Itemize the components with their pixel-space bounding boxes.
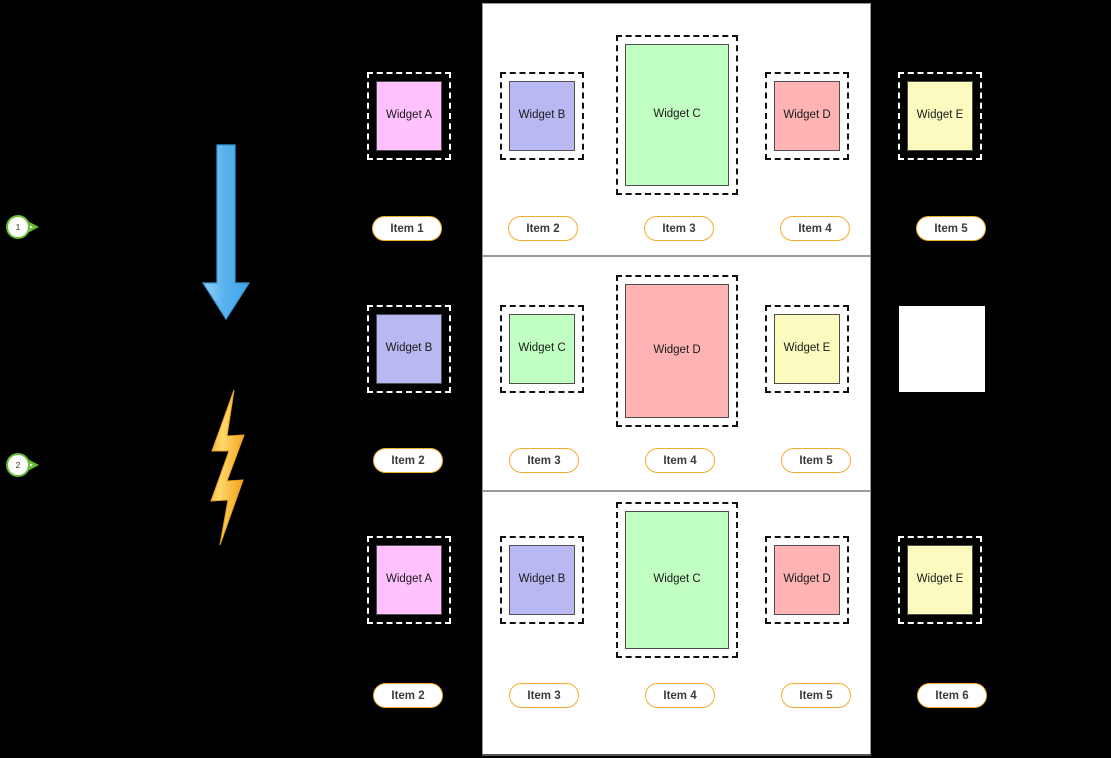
widget-box[interactable]: Widget B — [509, 81, 575, 151]
panel-edge-bottom — [482, 754, 871, 756]
widget-label: Widget E — [916, 573, 964, 586]
item-pill-label: Item 3 — [662, 222, 696, 235]
widget-box[interactable]: Widget B — [509, 545, 575, 615]
item-pill-label: Item 5 — [799, 454, 833, 467]
item-pill[interactable]: Item 5 — [781, 683, 851, 708]
widget-label: Widget A — [385, 109, 433, 122]
item-pill[interactable]: Item 6 — [917, 683, 987, 708]
widget-box[interactable]: Widget A — [376, 545, 442, 615]
widget-box[interactable]: Widget E — [907, 545, 973, 615]
item-pill[interactable]: Item 5 — [781, 448, 851, 473]
widget-label: Widget D — [653, 344, 701, 357]
item-pill[interactable]: Item 2 — [373, 683, 443, 708]
down-arrow-icon — [200, 143, 252, 328]
item-pill[interactable]: Item 1 — [372, 216, 442, 241]
widget-label: Widget B — [518, 573, 566, 586]
widget-label: Widget D — [783, 109, 831, 122]
item-pill-label: Item 5 — [934, 222, 968, 235]
item-pill[interactable]: Item 5 — [916, 216, 986, 241]
lightning-bolt-icon — [198, 388, 260, 553]
marker-number: 2 — [6, 453, 30, 477]
diagram-canvas: 1 2 Widget A Item 1 Widget B Item 2 Widg… — [0, 0, 1111, 758]
widget-label: Widget A — [385, 573, 433, 586]
widget-label: Widget C — [653, 108, 701, 121]
item-pill[interactable]: Item 2 — [508, 216, 578, 241]
item-pill-label: Item 2 — [526, 222, 560, 235]
marker-number: 1 — [6, 215, 30, 239]
callout-marker-2[interactable]: 2 — [6, 453, 40, 477]
item-pill-label: Item 1 — [390, 222, 424, 235]
panel-edge-top — [482, 3, 871, 4]
panel-row-divider-1 — [483, 255, 871, 257]
item-pill-label: Item 3 — [527, 689, 561, 702]
item-pill-label: Item 2 — [391, 689, 425, 702]
widget-box[interactable]: Widget C — [509, 314, 575, 384]
callout-marker-1[interactable]: 1 — [6, 215, 40, 239]
item-pill-label: Item 3 — [527, 454, 561, 467]
widget-box[interactable]: Widget B — [376, 314, 442, 384]
widget-label: Widget D — [783, 573, 831, 586]
widget-box[interactable]: Widget C — [625, 44, 729, 186]
panel-row-divider-2 — [483, 490, 871, 492]
item-pill-label: Item 6 — [935, 689, 969, 702]
widget-box[interactable]: Widget D — [774, 545, 840, 615]
widget-box[interactable]: Widget A — [376, 81, 442, 151]
widget-box[interactable]: Widget D — [774, 81, 840, 151]
empty-placeholder-box[interactable] — [899, 306, 985, 392]
item-pill[interactable]: Item 3 — [509, 448, 579, 473]
widget-label: Widget C — [518, 342, 566, 355]
item-pill-label: Item 5 — [799, 689, 833, 702]
widget-box[interactable]: Widget C — [625, 511, 729, 649]
widget-box[interactable]: Widget E — [907, 81, 973, 151]
item-pill[interactable]: Item 4 — [780, 216, 850, 241]
item-pill[interactable]: Item 4 — [645, 683, 715, 708]
item-pill[interactable]: Item 2 — [373, 448, 443, 473]
item-pill[interactable]: Item 3 — [509, 683, 579, 708]
panel-edge-left — [482, 3, 483, 755]
item-pill-label: Item 2 — [391, 454, 425, 467]
widget-label: Widget C — [653, 573, 701, 586]
widget-box[interactable]: Widget E — [774, 314, 840, 384]
widget-label: Widget B — [385, 342, 433, 355]
widget-label: Widget E — [916, 109, 964, 122]
item-pill[interactable]: Item 3 — [644, 216, 714, 241]
item-pill-label: Item 4 — [663, 454, 697, 467]
widget-box[interactable]: Widget D — [625, 284, 729, 418]
panel-edge-right — [870, 3, 871, 755]
item-pill-label: Item 4 — [663, 689, 697, 702]
item-pill-label: Item 4 — [798, 222, 832, 235]
widget-label: Widget B — [518, 109, 566, 122]
widget-label: Widget E — [783, 342, 831, 355]
item-pill[interactable]: Item 4 — [645, 448, 715, 473]
